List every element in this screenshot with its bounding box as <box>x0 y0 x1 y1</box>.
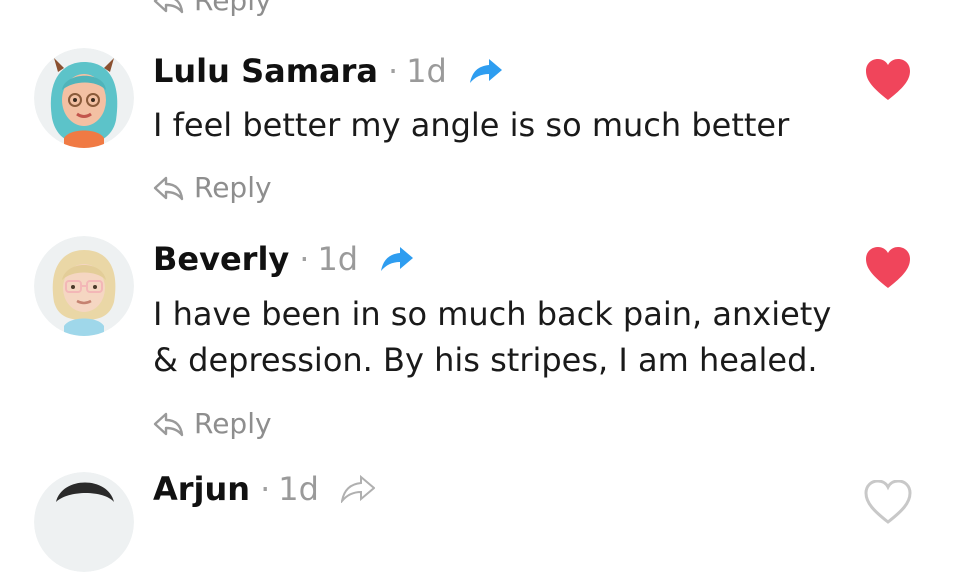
reply-label: Reply <box>194 0 272 17</box>
separator-dot: · <box>388 52 399 90</box>
reply-arrow-icon <box>153 412 184 436</box>
share-arrow-icon[interactable] <box>469 57 503 85</box>
author-name[interactable]: Beverly <box>153 240 289 278</box>
comment-header: Lulu Samara · 1d <box>153 52 503 90</box>
comment-header: Beverly · 1d <box>153 240 414 278</box>
reply-button-top[interactable]: Reply <box>152 0 272 17</box>
author-name[interactable]: Arjun <box>153 470 250 508</box>
reply-arrow-icon <box>153 0 184 13</box>
heart-icon[interactable] <box>864 246 912 290</box>
comment-text: I have been in so much back pain, anxiet… <box>153 295 832 379</box>
reply-button[interactable]: Reply <box>152 171 272 204</box>
reply-label: Reply <box>194 171 272 204</box>
separator-dot: · <box>299 240 310 278</box>
reply-label: Reply <box>194 407 272 440</box>
avatar[interactable] <box>34 236 134 336</box>
avatar-dark-hair-icon <box>34 472 134 572</box>
avatar[interactable] <box>34 48 134 148</box>
comment-text: I feel better my angle is so much better <box>153 106 790 144</box>
avatar[interactable] <box>34 472 134 572</box>
reply-button[interactable]: Reply <box>152 407 272 440</box>
share-arrow-icon[interactable] <box>380 245 414 273</box>
timestamp: 1d <box>406 52 447 90</box>
heart-outline-icon[interactable] <box>864 480 912 524</box>
bitmoji-teal-hair-avatar-icon <box>34 48 134 148</box>
author-name[interactable]: Lulu Samara <box>153 52 378 90</box>
reply-arrow-icon <box>153 176 184 200</box>
bitmoji-blonde-glasses-avatar-icon <box>34 236 134 336</box>
share-arrow-outline-icon[interactable] <box>340 475 375 503</box>
separator-dot: · <box>260 470 271 508</box>
heart-icon[interactable] <box>864 58 912 102</box>
timestamp: 1d <box>317 240 359 278</box>
comment-header: Arjun · 1d <box>153 470 375 508</box>
timestamp: 1d <box>278 470 319 508</box>
